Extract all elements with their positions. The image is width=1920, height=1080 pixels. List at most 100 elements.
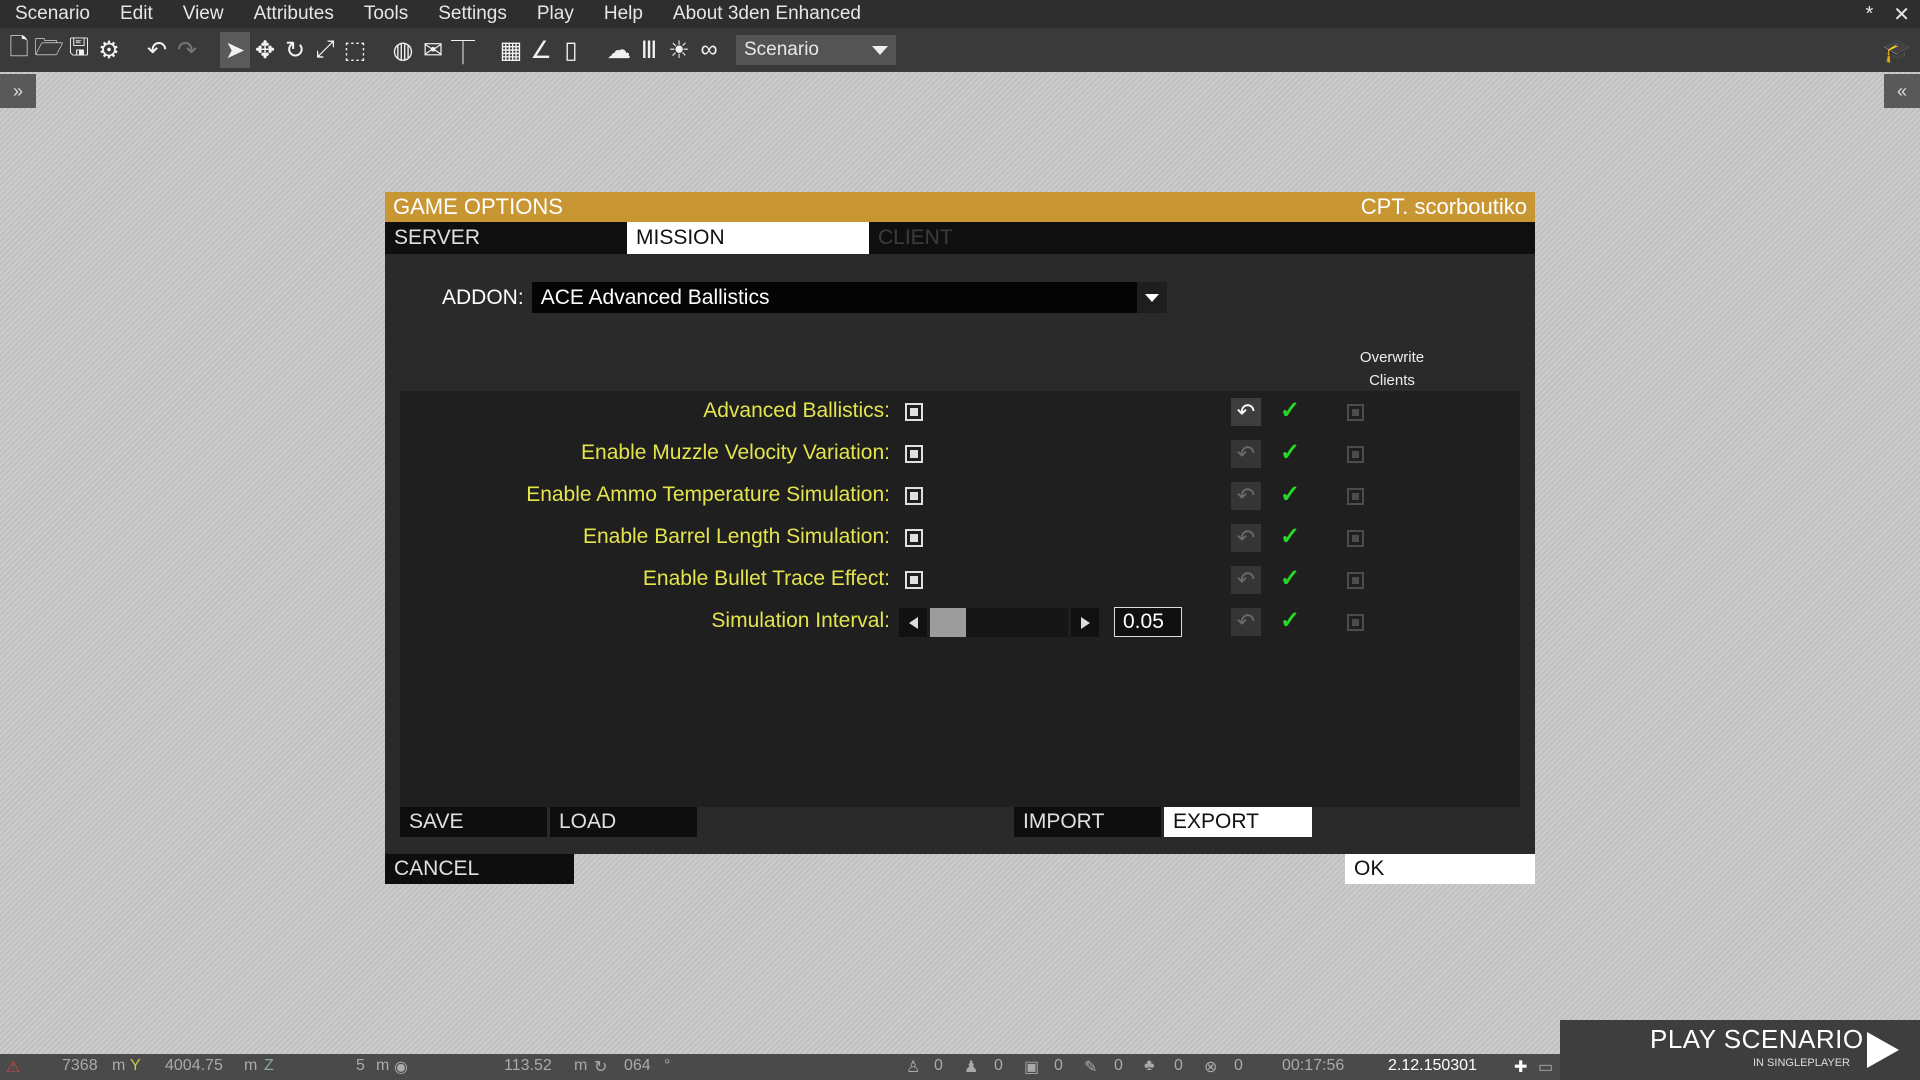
chevron-down-icon xyxy=(872,45,888,55)
menu-tools[interactable]: Tools xyxy=(349,0,423,28)
save-button[interactable]: SAVE xyxy=(400,807,547,837)
arrow-left-icon xyxy=(908,616,918,629)
grid-size: 5 xyxy=(356,1057,365,1074)
window-controls: * ✕ xyxy=(1855,0,1920,28)
x-coordinate: 7368 xyxy=(62,1057,98,1074)
sun-icon[interactable]: ☀ xyxy=(664,32,694,68)
y-unit: m xyxy=(244,1057,258,1074)
open-folder-icon[interactable]: 🗁 xyxy=(34,32,64,68)
menu-scenario[interactable]: Scenario xyxy=(0,0,105,28)
cap-icon[interactable]: 🎓 xyxy=(1882,36,1912,65)
setting-label: Enable Ammo Temperature Simulation: xyxy=(526,483,890,506)
ok-button[interactable]: OK xyxy=(1345,854,1535,884)
count-groups: 0 xyxy=(994,1057,1003,1074)
export-button[interactable]: EXPORT xyxy=(1164,807,1312,837)
mode-select-value: Scenario xyxy=(744,39,819,60)
simulation-interval-input[interactable]: 0.05 xyxy=(1114,607,1182,637)
slider-decrease-button[interactable] xyxy=(899,608,927,637)
close-icon[interactable]: ✕ xyxy=(1883,2,1920,27)
y-coordinate: 4004.75 xyxy=(165,1057,223,1074)
grid-icon[interactable]: ▦ xyxy=(496,32,526,68)
addon-select-value: ACE Advanced Ballistics xyxy=(540,285,770,309)
reset-icon: ↶ xyxy=(1231,608,1261,636)
setting-row-barrel-length: Enable Barrel Length Simulation: ↶ ✓ xyxy=(400,517,1520,559)
check-icon: ✓ xyxy=(1280,439,1301,466)
slider-track[interactable] xyxy=(930,608,1068,637)
save-icon[interactable]: 🖫 xyxy=(64,32,94,68)
cancel-button[interactable]: CANCEL xyxy=(385,854,574,884)
setting-checkbox[interactable] xyxy=(905,529,923,547)
overwrite-clients-header: Overwrite Clients xyxy=(1317,346,1467,392)
trigger-icon: ♣ xyxy=(1144,1057,1155,1074)
setting-checkbox[interactable] xyxy=(905,403,923,421)
setting-checkbox[interactable] xyxy=(905,487,923,505)
tab-client: CLIENT xyxy=(878,226,953,249)
distance-unit: m xyxy=(574,1057,588,1074)
count-objects: 0 xyxy=(1114,1057,1123,1074)
steam-icon[interactable]: ⚙ xyxy=(94,32,124,68)
new-file-icon[interactable]: 🗋 xyxy=(4,32,34,68)
area-icon[interactable]: ⬚ xyxy=(340,32,370,68)
setting-label: Enable Barrel Length Simulation: xyxy=(582,525,890,548)
mail-icon[interactable]: ✉ xyxy=(418,32,448,68)
dialog-user: CPT. scorboutiko xyxy=(1360,194,1527,219)
time-display: 00:17:56 xyxy=(1282,1057,1345,1074)
mode-select[interactable]: Scenario xyxy=(736,35,896,65)
menu-settings[interactable]: Settings xyxy=(423,0,522,28)
weather-icon[interactable]: ☁ xyxy=(604,32,634,68)
select-icon[interactable]: ➤ xyxy=(220,32,250,68)
vehicle-icon: ▣ xyxy=(1024,1059,1040,1076)
stack-icon[interactable]: ▯ xyxy=(556,32,586,68)
binoculars-icon[interactable]: ∞ xyxy=(694,32,724,68)
menu-view[interactable]: View xyxy=(168,0,239,28)
play-subtitle: IN SINGLEPLAYER xyxy=(1753,1057,1850,1069)
menu-attributes[interactable]: Attributes xyxy=(239,0,349,28)
menu-help[interactable]: Help xyxy=(589,0,658,28)
setting-label: Enable Bullet Trace Effect: xyxy=(642,567,890,590)
slider-thumb[interactable] xyxy=(930,608,966,637)
overwrite-clients-checkbox xyxy=(1347,572,1364,589)
play-scenario-button[interactable]: PLAY SCENARIO IN SINGLEPLAYER xyxy=(1560,1020,1920,1080)
addon-select[interactable]: ACE Advanced Ballistics xyxy=(531,282,1167,313)
overwrite-clients-checkbox xyxy=(1347,488,1364,505)
vertical-icon[interactable]: ⏉ xyxy=(448,32,478,68)
library-icon[interactable]: Ⅲ xyxy=(634,32,664,68)
settings-panel: Advanced Ballistics: ↶ ✓ Enable Muzzle V… xyxy=(400,391,1520,807)
game-options-dialog: GAME OPTIONS CPT. scorboutiko SERVER MIS… xyxy=(385,192,1535,884)
reset-icon[interactable]: ↶ xyxy=(1231,398,1261,426)
redo-icon[interactable]: ↷ xyxy=(172,32,202,68)
setting-checkbox[interactable] xyxy=(905,571,923,589)
load-button[interactable]: LOAD xyxy=(550,807,697,837)
undo-icon[interactable]: ↶ xyxy=(142,32,172,68)
left-panel-toggle[interactable]: » xyxy=(0,74,36,108)
overwrite-header-line1: Overwrite xyxy=(1359,349,1425,366)
tab-mission[interactable]: MISSION xyxy=(627,222,869,254)
menu-edit[interactable]: Edit xyxy=(105,0,168,28)
play-icon xyxy=(1867,1032,1899,1068)
rotate-icon[interactable]: ↻ xyxy=(280,32,310,68)
overwrite-clients-checkbox xyxy=(1347,530,1364,547)
translate-icon[interactable]: ✥ xyxy=(250,32,280,68)
menu-play[interactable]: Play xyxy=(522,0,589,28)
setting-label: Simulation Interval: xyxy=(711,609,890,632)
addon-dropdown-button[interactable] xyxy=(1136,282,1167,313)
slider-increase-button[interactable] xyxy=(1071,608,1099,637)
dialog-body: ADDON: ACE Advanced Ballistics Overwrite… xyxy=(385,254,1535,854)
globe-icon[interactable]: ◍ xyxy=(388,32,418,68)
plus-icon[interactable]: ✚ xyxy=(1514,1057,1527,1077)
angle-icon[interactable]: ∠ xyxy=(526,32,556,68)
grid-unit: m xyxy=(376,1057,390,1074)
reset-icon: ↶ xyxy=(1231,566,1261,594)
addon-label: ADDON: xyxy=(442,285,524,309)
check-icon: ✓ xyxy=(1280,397,1301,424)
panel-icon[interactable]: ▭ xyxy=(1538,1057,1553,1077)
overwrite-header-line2: Clients xyxy=(1369,372,1415,389)
setting-checkbox[interactable] xyxy=(905,445,923,463)
scale-icon[interactable]: ⤢ xyxy=(310,32,340,68)
import-button[interactable]: IMPORT xyxy=(1014,807,1161,837)
right-panel-toggle[interactable]: « xyxy=(1884,74,1920,108)
setting-row-advanced-ballistics: Advanced Ballistics: ↶ ✓ xyxy=(400,391,1520,433)
menu-about[interactable]: About 3den Enhanced xyxy=(658,0,876,28)
tab-server[interactable]: SERVER xyxy=(385,222,627,254)
rotation-value: 064 xyxy=(624,1057,651,1074)
